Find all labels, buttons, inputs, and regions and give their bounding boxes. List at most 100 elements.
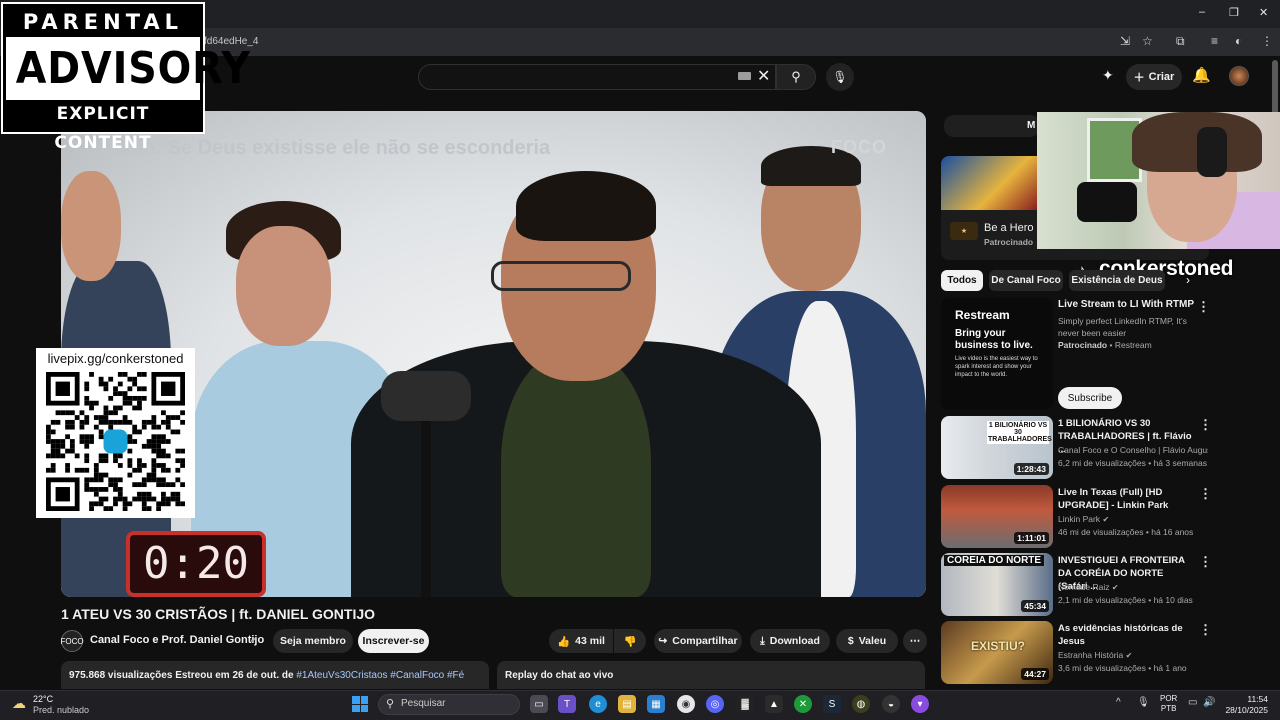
video-channel[interactable]: Nômade Raiz: [1058, 582, 1110, 592]
twitch-icon[interactable]: ▾: [911, 695, 929, 713]
channel-name[interactable]: Canal Foco e Prof. Daniel Gontijo: [90, 634, 264, 646]
video-menu-icon[interactable]: ⋮: [1199, 622, 1212, 638]
video-menu-icon[interactable]: ⋮: [1199, 417, 1212, 433]
qr-module: [113, 458, 118, 464]
download-button[interactable]: ⤓ Download: [750, 629, 830, 653]
channel-avatar[interactable]: FOCO: [60, 630, 84, 652]
chip-existence-of-god[interactable]: Existência de Deus: [1069, 270, 1165, 291]
video-channel[interactable]: Linkin Park: [1058, 514, 1100, 524]
video-title[interactable]: Live In Texas (Full) [HD UPGRADE] - Link…: [1058, 486, 1193, 512]
weather-temperature[interactable]: 22°C: [33, 694, 53, 704]
media-app-icon[interactable]: ◍: [852, 695, 870, 713]
clear-search-icon[interactable]: ✕: [757, 66, 770, 86]
recommended-video[interactable]: 1 BILIONÁRIO VS 30 TRABALHADORES 1:28:43…: [941, 416, 1208, 480]
join-button[interactable]: Seja membro: [273, 629, 353, 653]
shorts-icon[interactable]: ✦: [1102, 67, 1114, 84]
minimize-button[interactable]: –: [1199, 6, 1205, 18]
video-channel-line[interactable]: Nômade Raiz ✔: [1058, 582, 1208, 592]
qr-module: [46, 424, 51, 430]
maximize-button[interactable]: ❐: [1229, 6, 1239, 19]
taskbar-search[interactable]: [378, 694, 520, 715]
ad-menu-icon[interactable]: ⋮: [1197, 299, 1210, 315]
share-button[interactable]: ↪ Compartilhar: [654, 629, 742, 653]
microphone-tray-icon[interactable]: 🎙: [1137, 697, 1150, 708]
ad-title[interactable]: Be a Hero: [984, 222, 1034, 234]
restream-ad-title[interactable]: Live Stream to LI With RTMP: [1058, 299, 1194, 310]
keyboard-icon[interactable]: [738, 72, 751, 80]
create-button[interactable]: ＋ Criar: [1126, 64, 1182, 90]
video-channel[interactable]: Canal Foco e O Conselho | Flávio August.…: [1058, 445, 1208, 455]
nvidia-icon[interactable]: ▲: [765, 695, 783, 713]
video-thumbnail[interactable]: EXISTIU? 44:27: [941, 621, 1053, 684]
search-input[interactable]: [418, 64, 776, 90]
qr-module: [122, 496, 128, 502]
video-channel-line[interactable]: Estranha História ✔: [1058, 650, 1208, 660]
members-tab[interactable]: [944, 115, 1040, 137]
video-channel-line[interactable]: Linkin Park ✔: [1058, 514, 1208, 524]
browser-menu-icon[interactable]: ⋮: [1261, 34, 1273, 48]
xbox-icon[interactable]: ✕: [794, 695, 812, 713]
dislike-button[interactable]: 👎: [614, 629, 646, 653]
discord-icon[interactable]: ◎: [706, 695, 724, 713]
restream-subscribe-button[interactable]: Subscribe: [1058, 387, 1122, 409]
obs-icon[interactable]: ◒: [882, 695, 900, 713]
show-hidden-icons-icon[interactable]: ^: [1116, 697, 1121, 708]
video-menu-icon[interactable]: ⋮: [1199, 486, 1212, 502]
edge-icon[interactable]: e: [589, 695, 607, 713]
profile-icon[interactable]: ◐: [1235, 34, 1242, 48]
video-thumbnail[interactable]: COREIA DO NORTE 45:34: [941, 553, 1053, 616]
video-channel[interactable]: Estranha História: [1058, 650, 1123, 660]
cloud-icon[interactable]: ☁: [12, 695, 26, 712]
clock[interactable]: 11:54 28/10/2025: [1220, 694, 1268, 716]
qr-logo: [103, 429, 128, 454]
teams-icon[interactable]: T: [558, 695, 576, 713]
network-icon[interactable]: ▭: [1188, 697, 1197, 708]
subscribe-button[interactable]: Inscrever-se: [358, 629, 429, 653]
weather-description[interactable]: Pred. nublado: [33, 705, 89, 715]
qr-module: [161, 434, 166, 440]
chrome-icon[interactable]: ◉: [677, 695, 695, 713]
hashtags[interactable]: #1AteuVs30Cristaos #CanalFoco #Fé: [296, 670, 464, 681]
donation-qr-card: livepix.gg/conkerstoned: [36, 348, 195, 518]
video-menu-icon[interactable]: ⋮: [1199, 554, 1212, 570]
steam-icon[interactable]: S: [823, 695, 841, 713]
video-thumbnail[interactable]: 1:11:01: [941, 485, 1053, 548]
task-view-icon[interactable]: ▭: [530, 695, 548, 713]
reading-list-icon[interactable]: ≡: [1211, 34, 1218, 48]
language-indicator[interactable]: POR PTB: [1160, 694, 1177, 714]
more-actions-button[interactable]: ⋯: [903, 629, 927, 653]
game-app-icon[interactable]: ▓: [736, 695, 754, 713]
file-explorer-icon[interactable]: ▤: [618, 695, 636, 713]
qr-module: [65, 419, 70, 425]
extensions-icon[interactable]: ⧉: [1176, 34, 1185, 49]
chip-all[interactable]: Todos: [941, 270, 983, 291]
qr-module: [156, 506, 162, 511]
volume-icon[interactable]: 🔊: [1203, 697, 1215, 708]
chip-channel[interactable]: De Canal Foco: [989, 270, 1063, 291]
account-avatar[interactable]: [1229, 66, 1249, 86]
recommended-video[interactable]: EXISTIU? 44:27 As evidências históricas …: [941, 621, 1201, 685]
voice-search-button[interactable]: 🎙: [826, 63, 854, 91]
qr-module: [170, 496, 176, 502]
qr-module: [84, 400, 90, 406]
like-button[interactable]: 👍 43 mil: [549, 629, 613, 653]
chevron-right-icon[interactable]: ›: [1186, 273, 1190, 287]
close-window-button[interactable]: ✕: [1259, 6, 1268, 19]
thanks-button[interactable]: $ Valeu: [836, 629, 898, 653]
recommended-video[interactable]: COREIA DO NORTE 45:34 INVESTIGUEI A FRON…: [941, 553, 1201, 617]
ad-thumbnail[interactable]: [941, 156, 1037, 210]
qr-module: [89, 434, 94, 440]
search-button[interactable]: ⚲: [776, 64, 816, 90]
start-button[interactable]: [352, 696, 368, 712]
qr-module: [65, 424, 70, 430]
bookmark-star-icon[interactable]: ☆: [1142, 34, 1153, 48]
video-thumbnail[interactable]: 1 BILIONÁRIO VS 30 TRABALHADORES 1:28:43: [941, 416, 1053, 479]
store-icon[interactable]: ▦: [647, 695, 665, 713]
search-icon: ⚲: [386, 698, 395, 710]
video-title[interactable]: As evidências históricas de Jesus: [1058, 622, 1193, 648]
notifications-bell-icon[interactable]: 🔔: [1192, 66, 1211, 84]
qr-module: [127, 448, 133, 454]
recommended-video[interactable]: 1:11:01 Live In Texas (Full) [HD UPGRADE…: [941, 485, 1201, 549]
qr-module: [122, 400, 128, 406]
install-app-icon[interactable]: ⇲: [1120, 34, 1130, 48]
